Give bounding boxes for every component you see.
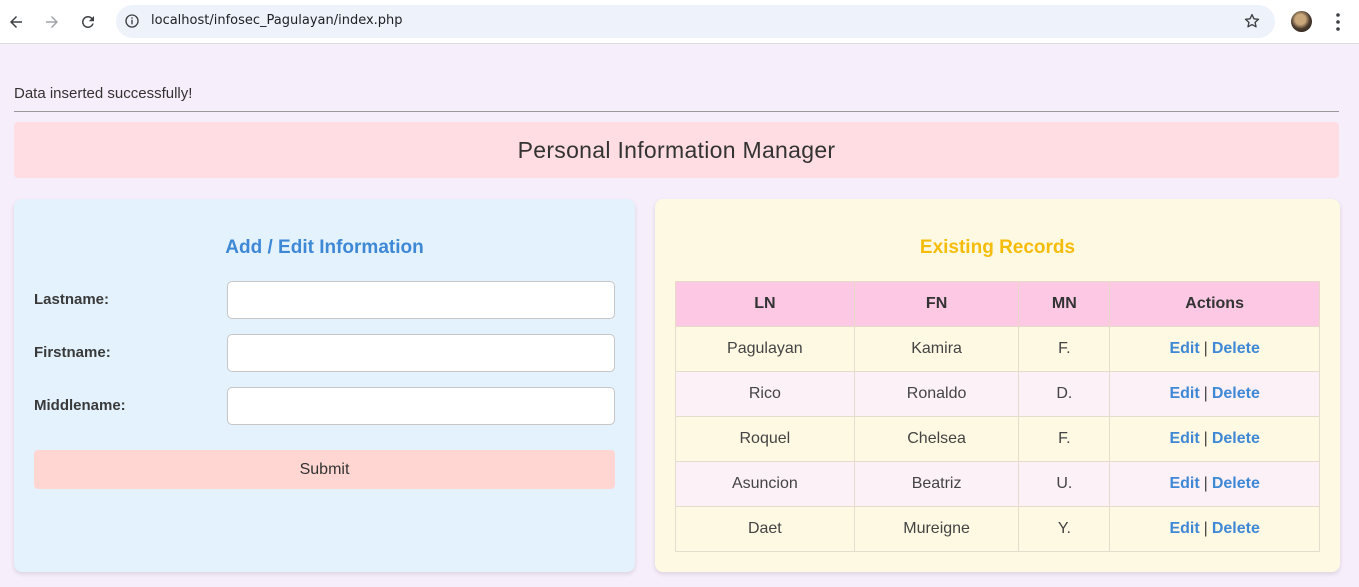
- delete-link[interactable]: Delete: [1212, 430, 1260, 447]
- cell-middlename: F.: [1018, 326, 1111, 372]
- reload-icon: [81, 15, 94, 28]
- column-header-ln: LN: [675, 281, 855, 327]
- delete-link[interactable]: Delete: [1212, 475, 1260, 492]
- page-title: Personal Information Manager: [517, 136, 836, 163]
- form-panel: Add / Edit Information Lastname: Firstna…: [14, 199, 635, 572]
- table-row: Pagulayan Kamira F. Edit | Delete: [675, 326, 1320, 372]
- browser-toolbar: localhost/infosec_Pagulayan/index.php: [0, 0, 1359, 44]
- delete-link[interactable]: Delete: [1212, 340, 1260, 357]
- status-message: Data inserted successfully!: [14, 85, 193, 102]
- cell-lastname: Daet: [675, 506, 855, 552]
- star-icon[interactable]: [1243, 12, 1261, 30]
- action-separator: |: [1203, 430, 1208, 447]
- cell-lastname: Rico: [675, 371, 855, 417]
- cell-lastname: Roquel: [675, 416, 855, 462]
- cell-middlename: U.: [1018, 461, 1111, 507]
- back-arrow-icon: [10, 16, 22, 28]
- cell-middlename: Y.: [1018, 506, 1111, 552]
- cell-firstname: Ronaldo: [853, 371, 1020, 417]
- firstname-label: Firstname:: [34, 344, 111, 361]
- cell-firstname: Mureigne: [853, 506, 1020, 552]
- cell-middlename: D.: [1018, 371, 1111, 417]
- edit-link[interactable]: Edit: [1169, 475, 1199, 492]
- edit-link[interactable]: Edit: [1169, 385, 1199, 402]
- cell-actions: Edit | Delete: [1109, 461, 1320, 507]
- address-bar[interactable]: localhost/infosec_Pagulayan/index.php: [116, 5, 1275, 38]
- forward-arrow-icon: [46, 16, 58, 28]
- table-row: Roquel Chelsea F. Edit | Delete: [675, 416, 1320, 462]
- cell-lastname: Pagulayan: [675, 326, 855, 372]
- cell-firstname: Kamira: [853, 326, 1020, 372]
- table-row: Rico Ronaldo D. Edit | Delete: [675, 371, 1320, 417]
- delete-link[interactable]: Delete: [1212, 385, 1260, 402]
- cell-firstname: Beatriz: [853, 461, 1020, 507]
- edit-link[interactable]: Edit: [1169, 520, 1199, 537]
- forward-button[interactable]: [39, 9, 65, 35]
- action-separator: |: [1203, 520, 1208, 537]
- cell-actions: Edit | Delete: [1109, 506, 1320, 552]
- cell-actions: Edit | Delete: [1109, 326, 1320, 372]
- avatar[interactable]: [1291, 11, 1312, 32]
- column-header-mn: MN: [1018, 281, 1111, 327]
- divider: [14, 111, 1339, 112]
- reload-button[interactable]: [75, 9, 101, 35]
- lastname-input[interactable]: [227, 281, 615, 319]
- delete-link[interactable]: Delete: [1212, 520, 1260, 537]
- lastname-label: Lastname:: [34, 291, 110, 308]
- info-icon[interactable]: [124, 13, 140, 29]
- page-header: Personal Information Manager: [14, 122, 1339, 178]
- submit-button[interactable]: Submit: [34, 450, 615, 489]
- records-table: LN FN MN Actions Pagulayan Kamira F. Edi…: [675, 281, 1320, 552]
- cell-actions: Edit | Delete: [1109, 416, 1320, 462]
- column-header-actions: Actions: [1109, 281, 1320, 327]
- cell-lastname: Asuncion: [675, 461, 855, 507]
- menu-dots-icon[interactable]: [1329, 12, 1347, 32]
- edit-link[interactable]: Edit: [1169, 430, 1199, 447]
- firstname-input[interactable]: [227, 334, 615, 372]
- middlename-label: Middlename:: [34, 397, 126, 414]
- cell-firstname: Chelsea: [853, 416, 1020, 462]
- table-row: Asuncion Beatriz U. Edit | Delete: [675, 461, 1320, 507]
- table-header-row: LN FN MN Actions: [675, 281, 1320, 327]
- url-text[interactable]: localhost/infosec_Pagulayan/index.php: [151, 13, 403, 28]
- column-header-fn: FN: [853, 281, 1020, 327]
- records-heading: Existing Records: [919, 237, 1076, 258]
- table-row: Daet Mureigne Y. Edit | Delete: [675, 506, 1320, 552]
- form-heading: Add / Edit Information: [225, 237, 424, 258]
- back-button[interactable]: [3, 9, 29, 35]
- action-separator: |: [1203, 385, 1208, 402]
- records-panel: Existing Records LN FN MN Actions Pagula…: [655, 199, 1340, 572]
- cell-actions: Edit | Delete: [1109, 371, 1320, 417]
- edit-link[interactable]: Edit: [1169, 340, 1199, 357]
- action-separator: |: [1203, 340, 1208, 357]
- cell-middlename: F.: [1018, 416, 1111, 462]
- action-separator: |: [1203, 475, 1208, 492]
- middlename-input[interactable]: [227, 387, 615, 425]
